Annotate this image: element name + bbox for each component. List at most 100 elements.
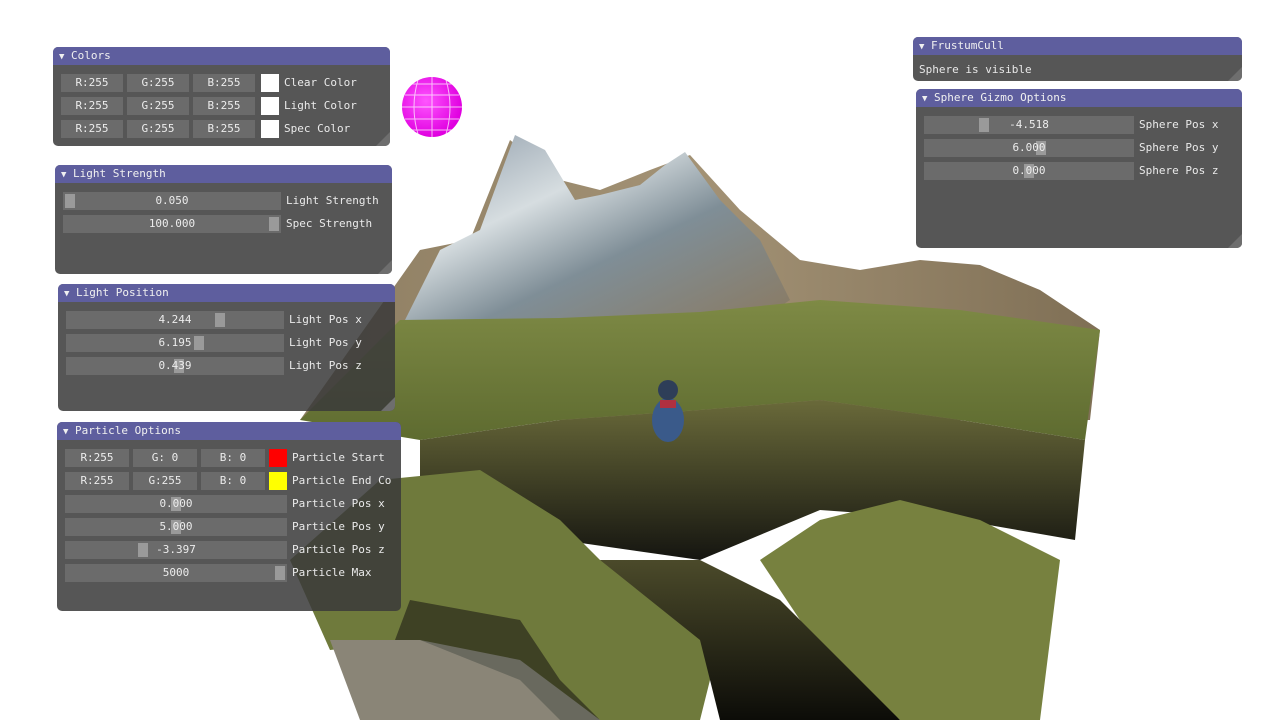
blue-input[interactable]: B: 0: [201, 472, 265, 490]
collapse-triangle-icon[interactable]: ▼: [61, 166, 73, 184]
slider-label: Spec Strength: [286, 217, 373, 230]
resize-grip[interactable]: [378, 260, 392, 274]
particle-color-row-start: R:255 G: 0 B: 0 Particle Start: [57, 449, 401, 467]
red-input[interactable]: R:255: [65, 472, 129, 490]
light-strength-title-bar[interactable]: ▼ Light Strength: [55, 165, 392, 183]
spec-strength-slider[interactable]: 100.000: [63, 215, 281, 233]
green-input[interactable]: G:255: [127, 74, 189, 92]
frustum-cull-title-bar[interactable]: ▼ FrustumCull: [913, 37, 1242, 55]
resize-grip[interactable]: [381, 397, 395, 411]
slider-label: Particle Max: [292, 566, 372, 579]
collapse-triangle-icon[interactable]: ▼: [922, 90, 934, 108]
color-swatch[interactable]: [261, 120, 279, 138]
light-strength-title: Light Strength: [73, 167, 166, 180]
light-strength-slider[interactable]: 0.050: [63, 192, 281, 210]
green-input[interactable]: G:255: [127, 120, 189, 138]
collapse-triangle-icon[interactable]: ▼: [59, 48, 71, 66]
colors-title-bar[interactable]: ▼ Colors: [53, 47, 390, 65]
sphere-pos-x-slider[interactable]: -4.518: [924, 116, 1134, 134]
slider-value: -3.397: [156, 543, 196, 556]
slider-value: 0.439: [158, 359, 192, 372]
slider-row: 6.195 Light Pos y: [58, 334, 395, 352]
slider-row: -4.518 Sphere Pos x: [916, 116, 1242, 134]
red-input[interactable]: R:255: [61, 97, 123, 115]
green-input[interactable]: G:255: [133, 472, 197, 490]
sphere-gizmo-window[interactable]: ▼ Sphere Gizmo Options -4.518 Sphere Pos …: [916, 89, 1242, 248]
slider-value: 4.244: [158, 313, 192, 326]
light-pos-y-slider[interactable]: 6.195: [66, 334, 284, 352]
particle-options-title: Particle Options: [75, 424, 181, 437]
color-row-clear: R:255 G:255 B:255 Clear Color: [53, 74, 390, 92]
slider-row: 0.050 Light Strength: [55, 192, 392, 210]
slider-row: -3.397 Particle Pos z: [57, 541, 401, 559]
color-swatch[interactable]: [269, 472, 287, 490]
slider-value: -4.518: [1009, 118, 1049, 131]
color-label: Clear Color: [284, 76, 357, 89]
slider-value: 5.000: [159, 520, 193, 533]
sphere-gizmo-title-bar[interactable]: ▼ Sphere Gizmo Options: [916, 89, 1242, 107]
frustum-cull-window[interactable]: ▼ FrustumCull Sphere is visible: [913, 37, 1242, 81]
particle-max-slider[interactable]: 5000: [65, 564, 287, 582]
particle-color-row-end: R:255 G:255 B: 0 Particle End Co: [57, 472, 401, 490]
mountain-peak: [405, 135, 790, 320]
red-input[interactable]: R:255: [61, 74, 123, 92]
red-input[interactable]: R:255: [61, 120, 123, 138]
slider-row: 100.000 Spec Strength: [55, 215, 392, 233]
slider-label: Particle Pos z: [292, 543, 385, 556]
visibility-status: Sphere is visible: [919, 63, 1032, 76]
colors-window[interactable]: ▼ Colors R:255 G:255 B:255 Clear Color R:…: [53, 47, 390, 146]
green-input[interactable]: G:255: [127, 97, 189, 115]
color-label: Spec Color: [284, 122, 351, 135]
color-swatch[interactable]: [261, 97, 279, 115]
blue-input[interactable]: B: 0: [201, 449, 265, 467]
slider-row: 5.000 Particle Pos y: [57, 518, 401, 536]
particle-options-title-bar[interactable]: ▼ Particle Options: [57, 422, 401, 440]
light-pos-z-slider[interactable]: 0.439: [66, 357, 284, 375]
sphere-gizmo-title: Sphere Gizmo Options: [934, 91, 1067, 104]
blue-input[interactable]: B:255: [193, 97, 255, 115]
resize-grip[interactable]: [1228, 234, 1242, 248]
slider-label: Light Pos x: [289, 313, 362, 326]
green-input[interactable]: G: 0: [133, 449, 197, 467]
light-position-title-bar[interactable]: ▼ Light Position: [58, 284, 395, 302]
slider-label: Light Pos y: [289, 336, 362, 349]
slider-label: Light Strength: [286, 194, 379, 207]
red-input[interactable]: R:255: [65, 449, 129, 467]
light-position-window[interactable]: ▼ Light Position 4.244 Light Pos x 6.195 …: [58, 284, 395, 411]
blue-input[interactable]: B:255: [193, 120, 255, 138]
light-position-title: Light Position: [76, 286, 169, 299]
resize-grip[interactable]: [376, 132, 390, 146]
slider-row: 5000 Particle Max: [57, 564, 401, 582]
light-strength-window[interactable]: ▼ Light Strength 0.050 Light Strength 100…: [55, 165, 392, 274]
color-swatch[interactable]: [269, 449, 287, 467]
particle-pos-y-slider[interactable]: 5.000: [65, 518, 287, 536]
color-label: Light Color: [284, 99, 357, 112]
sphere-gizmo[interactable]: [402, 77, 462, 137]
blue-input[interactable]: B:255: [193, 74, 255, 92]
frustum-cull-title: FrustumCull: [931, 39, 1004, 52]
collapse-triangle-icon[interactable]: ▼: [919, 38, 931, 56]
particle-pos-x-slider[interactable]: 0.000: [65, 495, 287, 513]
light-pos-x-slider[interactable]: 4.244: [66, 311, 284, 329]
slider-value: 6.195: [158, 336, 192, 349]
sphere-pos-y-slider[interactable]: 6.000: [924, 139, 1134, 157]
slider-label: Sphere Pos y: [1139, 141, 1219, 154]
particle-pos-z-slider[interactable]: -3.397: [65, 541, 287, 559]
slider-label: Sphere Pos x: [1139, 118, 1219, 131]
slider-label: Sphere Pos z: [1139, 164, 1219, 177]
sphere-pos-z-slider[interactable]: 0.000: [924, 162, 1134, 180]
color-swatch[interactable]: [261, 74, 279, 92]
resize-grip[interactable]: [1228, 67, 1242, 81]
slider-label: Particle Pos y: [292, 520, 385, 533]
slider-row: 0.439 Light Pos z: [58, 357, 395, 375]
collapse-triangle-icon[interactable]: ▼: [63, 423, 75, 441]
slider-value: 0.050: [155, 194, 189, 207]
slider-row: 0.000 Particle Pos x: [57, 495, 401, 513]
color-row-spec: R:255 G:255 B:255 Spec Color: [53, 120, 390, 138]
slider-value: 0.000: [1012, 164, 1046, 177]
particle-options-window[interactable]: ▼ Particle Options R:255 G: 0 B: 0 Partic…: [57, 422, 401, 611]
collapse-triangle-icon[interactable]: ▼: [64, 285, 76, 303]
slider-label: Particle Pos x: [292, 497, 385, 510]
slider-row: 0.000 Sphere Pos z: [916, 162, 1242, 180]
color-label: Particle Start: [292, 451, 385, 464]
